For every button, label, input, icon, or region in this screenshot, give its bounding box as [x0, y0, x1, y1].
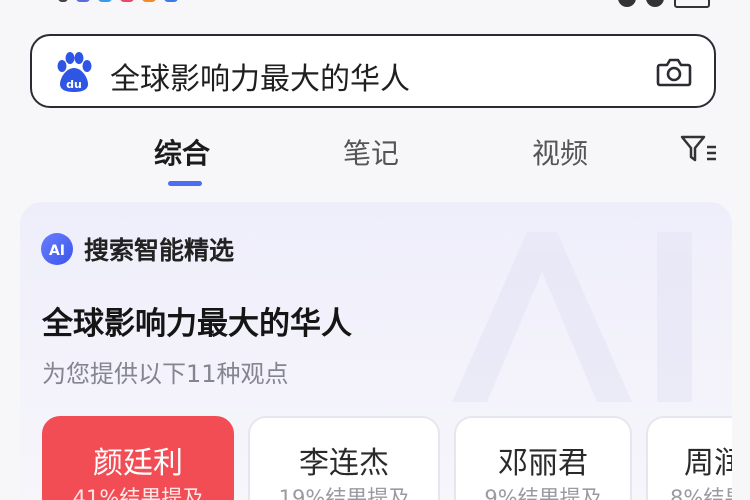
alarm-icon	[618, 0, 636, 7]
svg-text:AI: AI	[49, 243, 65, 259]
filter-icon[interactable]	[680, 134, 716, 164]
option-mention-rate: 9%结果提及	[484, 486, 602, 500]
app-icon	[76, 0, 90, 2]
status-bar	[0, 0, 750, 8]
ai-icon: AI	[41, 233, 73, 265]
option-mention-rate: 19%结果提及	[278, 486, 410, 500]
viewpoint-option[interactable]: 邓丽君 9%结果提及	[454, 416, 632, 500]
viewpoint-option[interactable]: 颜廷利 41%结果提及	[42, 416, 234, 500]
app-icon	[164, 0, 178, 2]
tab-all[interactable]: 综合	[154, 132, 210, 172]
viewpoint-option[interactable]: 李连杰 19%结果提及	[248, 416, 440, 500]
option-name: 颜廷利	[93, 446, 183, 481]
baidu-paw-logo: du	[57, 52, 92, 92]
search-results-page: du 全球影响力最大的华人 综合 笔记 视频 AI 搜索智能精选 全球影响力最大…	[0, 0, 750, 500]
app-icon	[98, 0, 112, 2]
option-name: 邓丽君	[498, 446, 588, 481]
option-mention-rate: 8%结果	[670, 486, 732, 500]
option-mention-rate: 41%结果提及	[72, 486, 204, 500]
answer-subtitle: 为您提供以下11种观点	[42, 360, 289, 388]
system-icons	[618, 0, 710, 8]
ai-answer-card: AI 搜索智能精选 全球影响力最大的华人 为您提供以下11种观点 颜廷利 41%…	[20, 202, 732, 500]
wifi-icon	[646, 0, 664, 7]
answer-title: 全球影响力最大的华人	[42, 306, 352, 342]
search-bar[interactable]: du 全球影响力最大的华人	[30, 34, 716, 108]
option-name: 周润	[684, 446, 732, 481]
camera-icon[interactable]	[656, 56, 692, 88]
active-tab-indicator	[168, 181, 202, 186]
ai-section-label: 搜索智能精选	[84, 236, 235, 265]
signal-icon	[58, 0, 68, 2]
search-input[interactable]: 全球影响力最大的华人	[110, 54, 410, 98]
battery-icon	[674, 0, 710, 8]
option-name: 李连杰	[299, 446, 389, 481]
tab-notes[interactable]: 笔记	[343, 132, 399, 172]
tab-videos[interactable]: 视频	[532, 132, 588, 172]
ai-watermark-graphic	[452, 232, 692, 402]
notification-icons	[58, 0, 178, 2]
viewpoint-option[interactable]: 周润 8%结果	[646, 416, 732, 500]
app-icon	[120, 0, 134, 2]
app-icon	[142, 0, 156, 2]
svg-text:du: du	[66, 78, 82, 91]
